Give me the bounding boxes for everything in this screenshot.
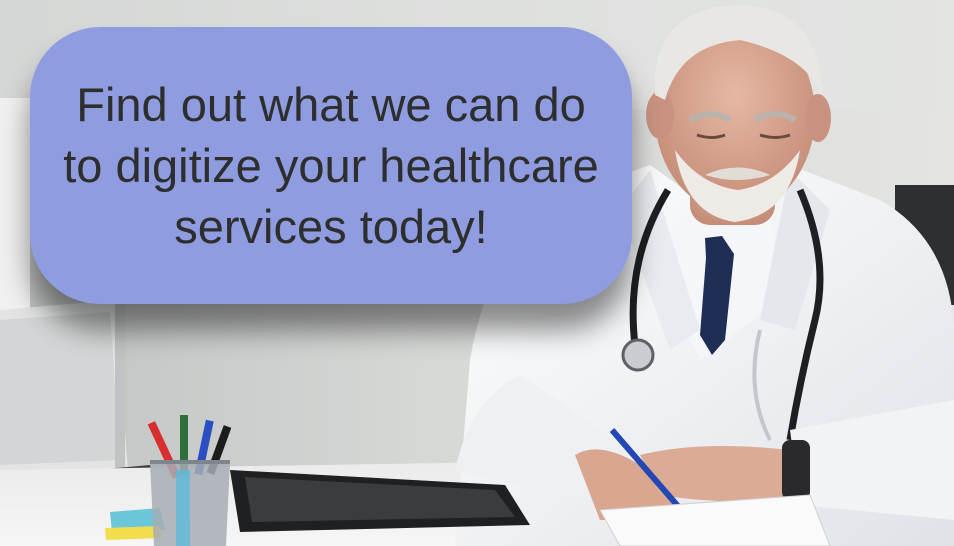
promo-speech-bubble: Find out what we can do to digitize your… (30, 27, 632, 304)
promo-headline: Find out what we can do to digitize your… (63, 78, 599, 253)
